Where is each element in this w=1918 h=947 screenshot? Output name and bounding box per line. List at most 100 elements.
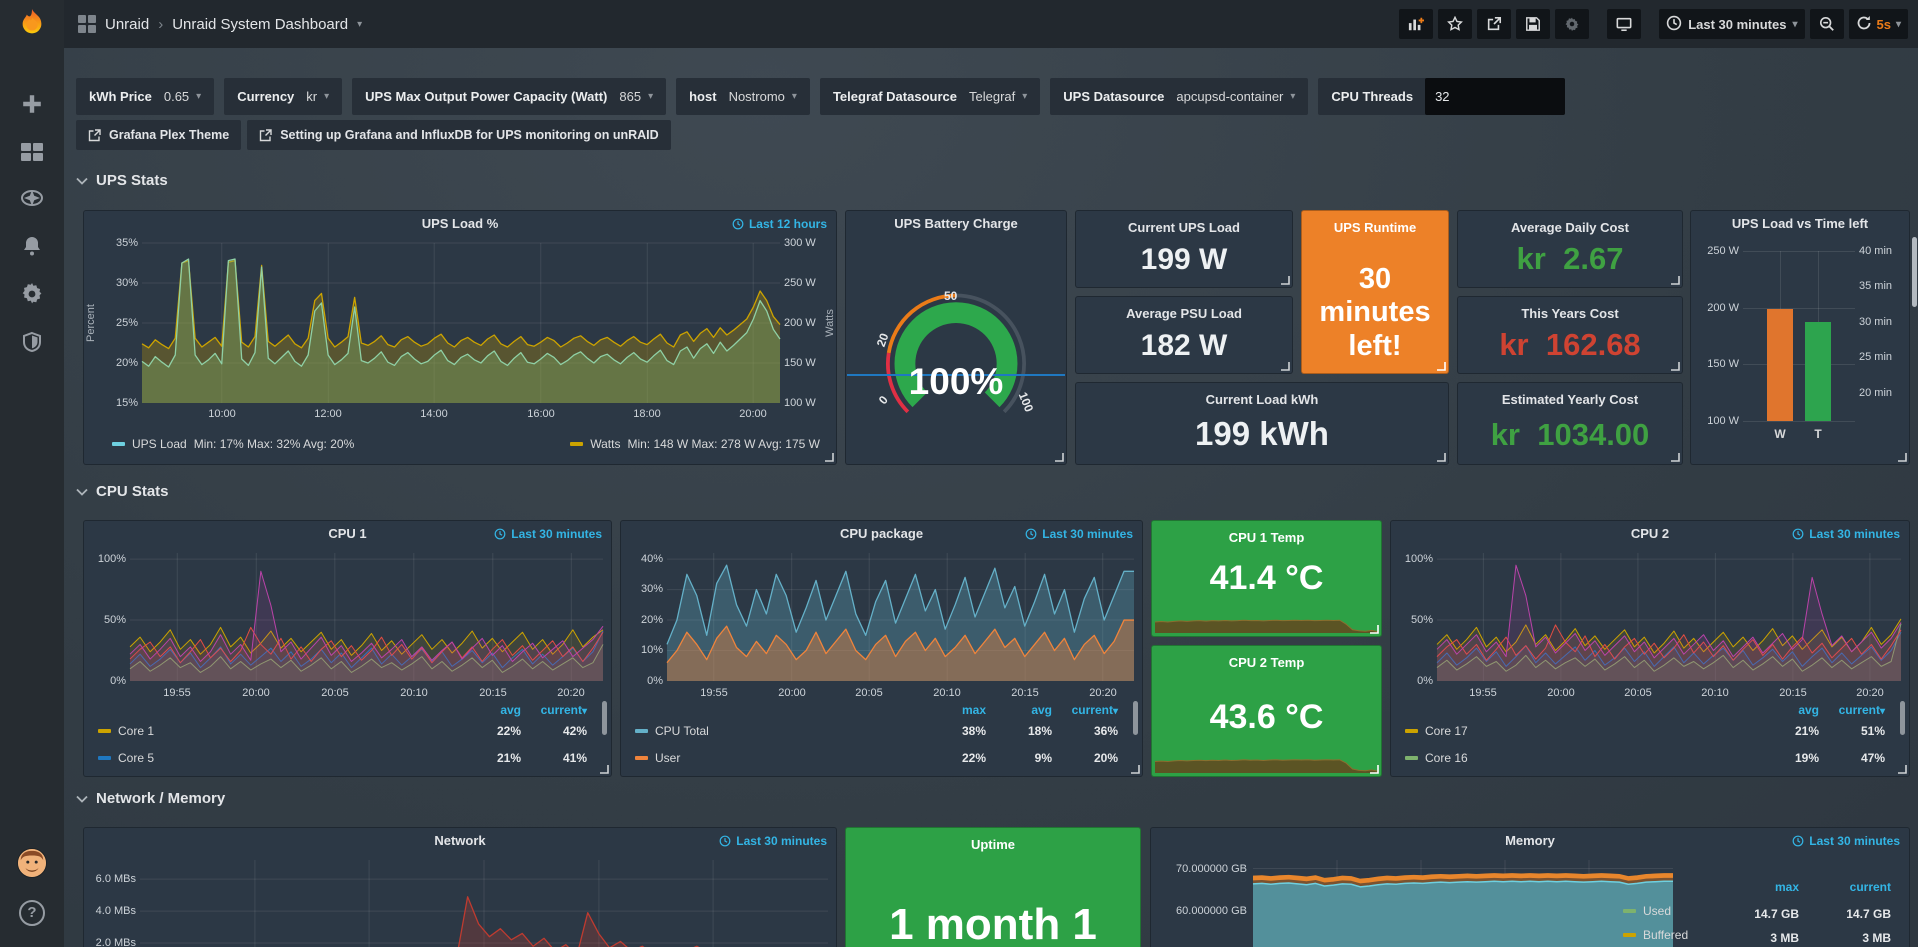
- panel-resize-handle[interactable]: [1370, 625, 1379, 634]
- star-button[interactable]: [1438, 9, 1472, 39]
- cycle-view-monitor-button[interactable]: [1607, 9, 1641, 39]
- panel-resize-handle[interactable]: [1281, 276, 1290, 285]
- configuration-gear-icon[interactable]: [20, 282, 44, 306]
- panel-resize-handle[interactable]: [1055, 453, 1064, 462]
- dashboard-grid-icon[interactable]: [78, 15, 96, 33]
- variable-value-dropdown[interactable]: Nostromo▾: [729, 89, 797, 104]
- help-icon[interactable]: ?: [19, 900, 45, 926]
- create-plus-icon[interactable]: [20, 92, 44, 116]
- stat-title[interactable]: Average PSU Load: [1076, 306, 1292, 321]
- panel-title[interactable]: UPS Battery Charge: [846, 211, 1066, 237]
- pan el-resize-handle[interactable]: [1437, 453, 1446, 462]
- refresh-interval-label[interactable]: 5s: [1877, 17, 1891, 32]
- legend-series-name[interactable]: Watts: [590, 437, 620, 451]
- stat-title[interactable]: Uptime: [846, 837, 1140, 852]
- legend-series-name[interactable]: CPU Total: [655, 724, 709, 738]
- user-avatar[interactable]: [17, 848, 47, 878]
- dashboard-settings-button[interactable]: [1555, 9, 1589, 39]
- panel-resize-handle[interactable]: [1898, 453, 1907, 462]
- legend-header-avg[interactable]: avg: [992, 703, 1052, 717]
- title-chevron-down-icon[interactable]: ▾: [357, 19, 362, 30]
- legend-series-name[interactable]: Used: [1643, 904, 1671, 918]
- grafana-logo[interactable]: [17, 8, 47, 40]
- stat-title[interactable]: Current UPS Load: [1076, 220, 1292, 235]
- stat-title[interactable]: CPU 1 Temp: [1152, 530, 1381, 545]
- legend-header-avg[interactable]: avg: [1759, 703, 1819, 717]
- dashboards-icon[interactable]: [20, 140, 44, 164]
- panel-resize-handle[interactable]: [1671, 276, 1680, 285]
- stat-title[interactable]: CPU 2 Temp: [1152, 655, 1381, 670]
- legend-header-current[interactable]: current▾: [1819, 703, 1885, 717]
- legend-scrollbar[interactable]: [602, 701, 607, 735]
- panel-cpu1: CPU 1 Last 30 minutes 100% 50% 0% 19:55 …: [83, 520, 612, 777]
- bar-chart-plot[interactable]: [1743, 251, 1855, 421]
- panel-resize-handle[interactable]: [1671, 362, 1680, 371]
- add-panel-button[interactable]: [1399, 9, 1433, 39]
- legend-header-avg[interactable]: avg: [461, 703, 521, 717]
- legend-header-current[interactable]: current▾: [521, 703, 587, 717]
- legend-scrollbar[interactable]: [1133, 701, 1138, 735]
- legend-header-max[interactable]: max: [1729, 880, 1799, 894]
- legend-series-name[interactable]: Core 5: [118, 751, 154, 765]
- explore-compass-icon[interactable]: [20, 186, 44, 210]
- refresh-caret-icon[interactable]: ▾: [1896, 19, 1901, 30]
- refresh-button[interactable]: 5s ▾: [1849, 9, 1909, 39]
- variable-value-dropdown[interactable]: kr▾: [306, 89, 329, 104]
- variable-value-dropdown[interactable]: 865▾: [619, 89, 653, 104]
- legend-value: 42%: [527, 724, 587, 738]
- zoom-out-button[interactable]: [1810, 9, 1844, 39]
- page-scrollbar-thumb[interactable]: [1912, 237, 1917, 307]
- link-ups-monitoring-guide[interactable]: Setting up Grafana and InfluxDB for UPS …: [247, 120, 670, 150]
- memory-chart[interactable]: [1253, 860, 1673, 947]
- section-ups-stats[interactable]: UPS Stats: [76, 172, 168, 189]
- legend-series-name[interactable]: Core 17: [1425, 724, 1468, 738]
- legend-series-name[interactable]: Core 16: [1425, 751, 1468, 765]
- panel-resize-handle[interactable]: [1370, 765, 1379, 774]
- panel-resize-handle[interactable]: [1898, 765, 1907, 774]
- variable-value-dropdown[interactable]: apcupsd-container▾: [1176, 89, 1295, 104]
- section-cpu-stats[interactable]: CPU Stats: [76, 483, 169, 500]
- legend-header-current[interactable]: current: [1811, 880, 1891, 894]
- link-grafana-plex-theme[interactable]: Grafana Plex Theme: [76, 120, 241, 150]
- panel-title[interactable]: UPS Load %: [84, 211, 836, 237]
- legend-series-name[interactable]: User: [655, 751, 680, 765]
- variable-value-dropdown[interactable]: Telegraf▾: [969, 89, 1027, 104]
- breadcrumb-app[interactable]: Unraid: [105, 16, 149, 33]
- cpu-threads-input[interactable]: [1425, 78, 1565, 115]
- cpu1-chart[interactable]: [130, 553, 603, 681]
- panel-resize-handle[interactable]: [1671, 453, 1680, 462]
- bar-time-left[interactable]: [1805, 322, 1831, 421]
- legend-series-name[interactable]: Core 1: [118, 724, 154, 738]
- panel-resize-handle[interactable]: [1131, 765, 1140, 774]
- section-network-memory[interactable]: Network / Memory: [76, 790, 225, 807]
- legend-header-current[interactable]: current▾: [1052, 703, 1118, 717]
- legend-series-name[interactable]: Buffered: [1643, 928, 1688, 942]
- save-button[interactable]: [1516, 9, 1550, 39]
- stat-title[interactable]: Average Daily Cost: [1458, 220, 1682, 235]
- dashboard-title[interactable]: Unraid System Dashboard: [172, 16, 348, 33]
- legend-scrollbar[interactable]: [1900, 701, 1905, 735]
- variable-value-dropdown[interactable]: 0.65▾: [164, 89, 201, 104]
- stat-title[interactable]: Current Load kWh: [1076, 392, 1448, 407]
- stat-title[interactable]: Estimated Yearly Cost: [1458, 392, 1682, 407]
- panel-resize-handle[interactable]: [1281, 362, 1290, 371]
- stat-title[interactable]: UPS Runtime: [1302, 220, 1448, 235]
- legend-series-name[interactable]: UPS Load: [132, 437, 187, 451]
- legend-header-max[interactable]: max: [926, 703, 986, 717]
- ups-load-chart[interactable]: [142, 243, 780, 403]
- server-admin-shield-icon[interactable]: [20, 330, 44, 354]
- time-range-picker[interactable]: Last 30 minutes ▾: [1659, 9, 1804, 39]
- y-tick: 40 min: [1859, 245, 1903, 257]
- alerting-bell-icon[interactable]: [20, 234, 44, 258]
- stat-title[interactable]: This Years Cost: [1458, 306, 1682, 321]
- share-button[interactable]: [1477, 9, 1511, 39]
- cpu-package-chart[interactable]: [667, 553, 1134, 681]
- cpu2-chart[interactable]: [1437, 553, 1901, 681]
- network-chart[interactable]: [140, 860, 828, 947]
- panel-resize-handle[interactable]: [1437, 362, 1446, 371]
- bar-watts[interactable]: [1767, 309, 1793, 421]
- panel-resize-handle[interactable]: [600, 765, 609, 774]
- panel-title[interactable]: UPS Load vs Time left: [1691, 211, 1909, 237]
- y-tick: 25%: [92, 317, 138, 329]
- panel-resize-handle[interactable]: [825, 453, 834, 462]
